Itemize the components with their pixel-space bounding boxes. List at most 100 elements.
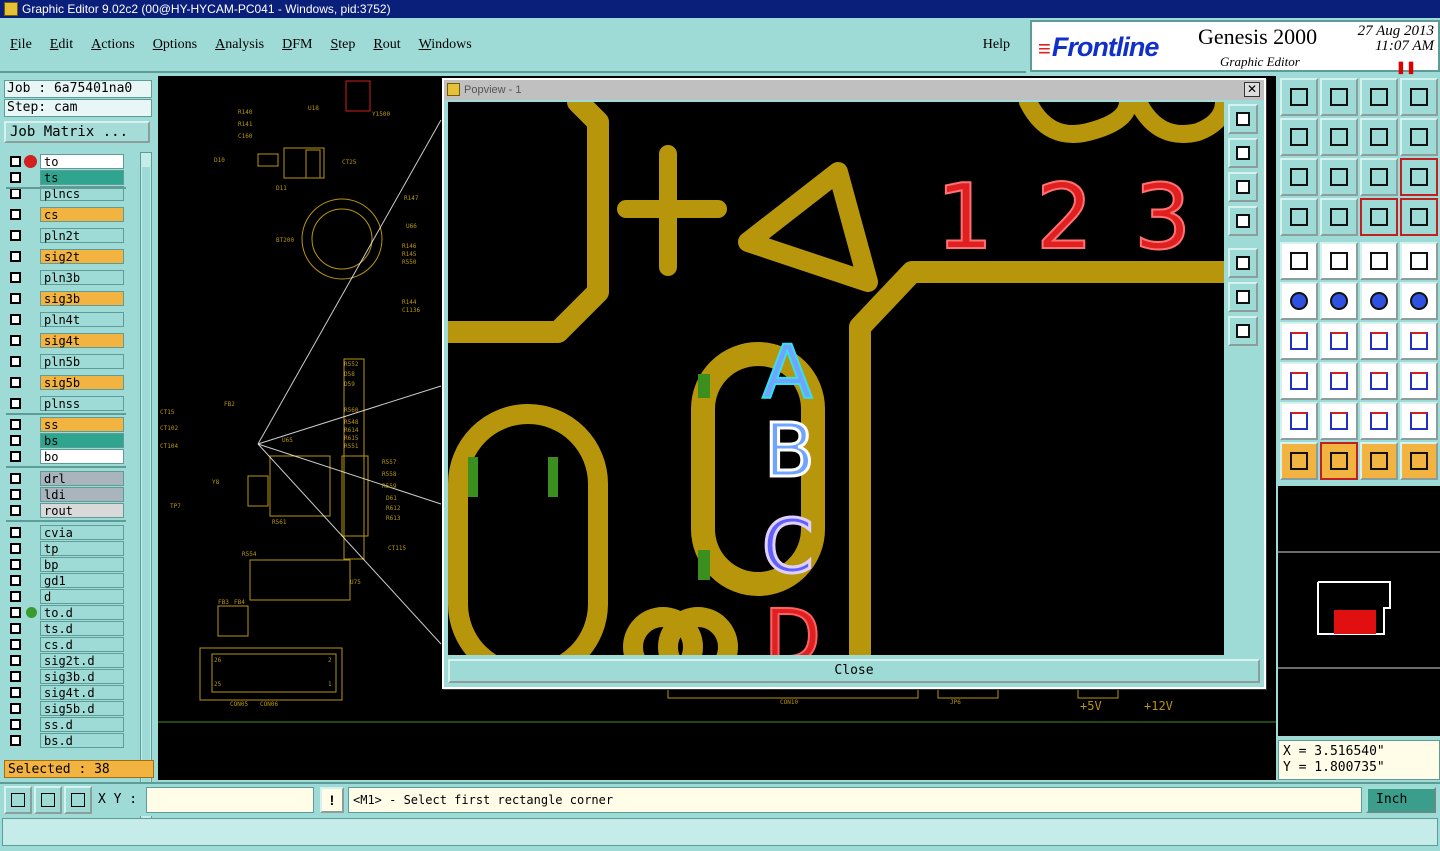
layer-row[interactable]: pln4t [6, 312, 126, 327]
layer-checkbox[interactable] [10, 419, 21, 430]
layer-checkbox[interactable] [10, 293, 21, 304]
help-tool-button[interactable] [1400, 158, 1438, 196]
snap-alt-tool-button[interactable] [1400, 198, 1438, 236]
popview-zoom-home-button[interactable] [1228, 104, 1258, 134]
scale-1-2-tool-button[interactable] [1360, 158, 1398, 196]
layer-name[interactable]: ts.d [40, 621, 124, 636]
menu-rout[interactable]: Rout [373, 37, 400, 53]
layer-row[interactable]: ss [6, 417, 126, 432]
layer-name[interactable]: sig5b.d [40, 701, 124, 716]
layer-checkbox[interactable] [10, 575, 21, 586]
zoom-step-tool-button[interactable] [1360, 118, 1398, 156]
triangle-b-tool-button[interactable] [1320, 402, 1358, 440]
layer-row[interactable]: cvia [6, 525, 126, 540]
layer-row[interactable]: sig3b [6, 291, 126, 306]
layer-row[interactable]: sig5b.d [6, 701, 126, 716]
menu-dfm[interactable]: DFM [282, 37, 312, 53]
layer-checkbox[interactable] [10, 607, 21, 618]
triangle-a-tool-button[interactable] [1280, 402, 1318, 440]
pan-left-tool-button[interactable] [1280, 118, 1318, 156]
layer-checkbox[interactable] [10, 639, 21, 650]
layer-settings-tool-button[interactable] [1280, 198, 1318, 236]
pointer-move-tool-button[interactable] [1360, 442, 1398, 480]
layer-checkbox[interactable] [10, 505, 21, 516]
pan-right-tool-button[interactable] [1320, 118, 1358, 156]
layer-checkbox[interactable] [10, 172, 21, 183]
layer-row[interactable]: bs [6, 433, 126, 448]
pointer-select-tool-button[interactable] [1320, 442, 1358, 480]
xy-input[interactable] [146, 787, 314, 813]
menu-step[interactable]: Step [330, 37, 355, 53]
layer-checkbox[interactable] [10, 435, 21, 446]
layer-checkbox[interactable] [10, 356, 21, 367]
layer-name[interactable]: pln3b [40, 270, 124, 285]
measure-tool-button[interactable] [1360, 242, 1398, 280]
layer-checkbox[interactable] [10, 527, 21, 538]
layer-name[interactable]: pln2t [40, 228, 124, 243]
layer-name[interactable]: ts [40, 170, 124, 185]
layer-row[interactable]: pln3b [6, 270, 126, 285]
layer-name[interactable]: sig5b [40, 375, 124, 390]
layer-checkbox[interactable] [10, 451, 21, 462]
angle-tool-button[interactable] [1280, 322, 1318, 360]
layer-name[interactable]: plnss [40, 396, 124, 411]
pointer-net-tool-button[interactable] [1400, 442, 1438, 480]
layer-checkbox[interactable] [10, 230, 21, 241]
popview-zoom-in-button[interactable] [1228, 138, 1258, 168]
layer-row[interactable]: cs.d [6, 637, 126, 652]
layer-row[interactable]: rout [6, 503, 126, 518]
layer-row[interactable]: to.d [6, 605, 126, 620]
snap-tool-button[interactable] [1360, 198, 1398, 236]
layer-checkbox[interactable] [10, 272, 21, 283]
layer-row[interactable]: pln2t [6, 228, 126, 243]
layer-checkbox[interactable] [10, 671, 21, 682]
popview-center-button[interactable] [1228, 316, 1258, 346]
layer-row[interactable]: sig4t [6, 333, 126, 348]
layer-row[interactable]: sig5b [6, 375, 126, 390]
layer-checkbox[interactable] [10, 489, 21, 500]
units-button[interactable]: Inch [1366, 787, 1436, 813]
layer-checkbox[interactable] [10, 623, 21, 634]
layer-row[interactable]: bo [6, 449, 126, 464]
layer-row[interactable]: sig2t.d [6, 653, 126, 668]
layer-checkbox[interactable] [10, 559, 21, 570]
dimension-tool-button[interactable] [1360, 362, 1398, 400]
layer-name[interactable]: bo [40, 449, 124, 464]
layer-row[interactable]: gd1 [6, 573, 126, 588]
menu-file[interactable]: File [10, 37, 32, 53]
popview-close-button[interactable]: Close [448, 659, 1260, 683]
arc-tool-button[interactable] [1360, 322, 1398, 360]
grid-button[interactable] [64, 786, 92, 814]
group-tool-button[interactable] [1400, 362, 1438, 400]
zoom-home-tool-button[interactable] [1280, 78, 1318, 116]
layer-row[interactable]: cs [6, 207, 126, 222]
layer-row[interactable]: sig2t [6, 249, 126, 264]
layer-row[interactable]: ss.d [6, 717, 126, 732]
layer-row[interactable]: ts [6, 170, 126, 185]
attach-tool-button[interactable] [1280, 362, 1318, 400]
layer-row[interactable]: d [6, 589, 126, 604]
layer-name[interactable]: ss.d [40, 717, 124, 732]
layer-name[interactable]: sig4t.d [40, 685, 124, 700]
mini-map[interactable] [1278, 486, 1440, 736]
popview-fit-button[interactable] [1228, 282, 1258, 312]
layer-checkbox[interactable] [10, 156, 21, 167]
fit-screen-tool-button[interactable] [1280, 158, 1318, 196]
layer-checkbox[interactable] [10, 188, 21, 199]
popview-zoom-view[interactable]: 1 2 3 A B C D [448, 102, 1224, 655]
layer-checkbox[interactable] [10, 398, 21, 409]
select-tool-button[interactable] [1280, 242, 1318, 280]
layer-name[interactable]: tp [40, 541, 124, 556]
layer-row[interactable]: ldi [6, 487, 126, 502]
layer-name[interactable]: gd1 [40, 573, 124, 588]
layer-name[interactable]: bp [40, 557, 124, 572]
alert-button[interactable]: ! [320, 787, 344, 813]
pause-icon[interactable]: ❚❚ [1396, 60, 1416, 74]
layer-name[interactable]: cvia [40, 525, 124, 540]
measure-button[interactable] [34, 786, 62, 814]
layer-name[interactable]: cs.d [40, 637, 124, 652]
move-tool-button[interactable] [1360, 282, 1398, 320]
layer-name[interactable]: ldi [40, 487, 124, 502]
layer-row[interactable]: pln5b [6, 354, 126, 369]
layer-name[interactable]: to [40, 154, 124, 169]
